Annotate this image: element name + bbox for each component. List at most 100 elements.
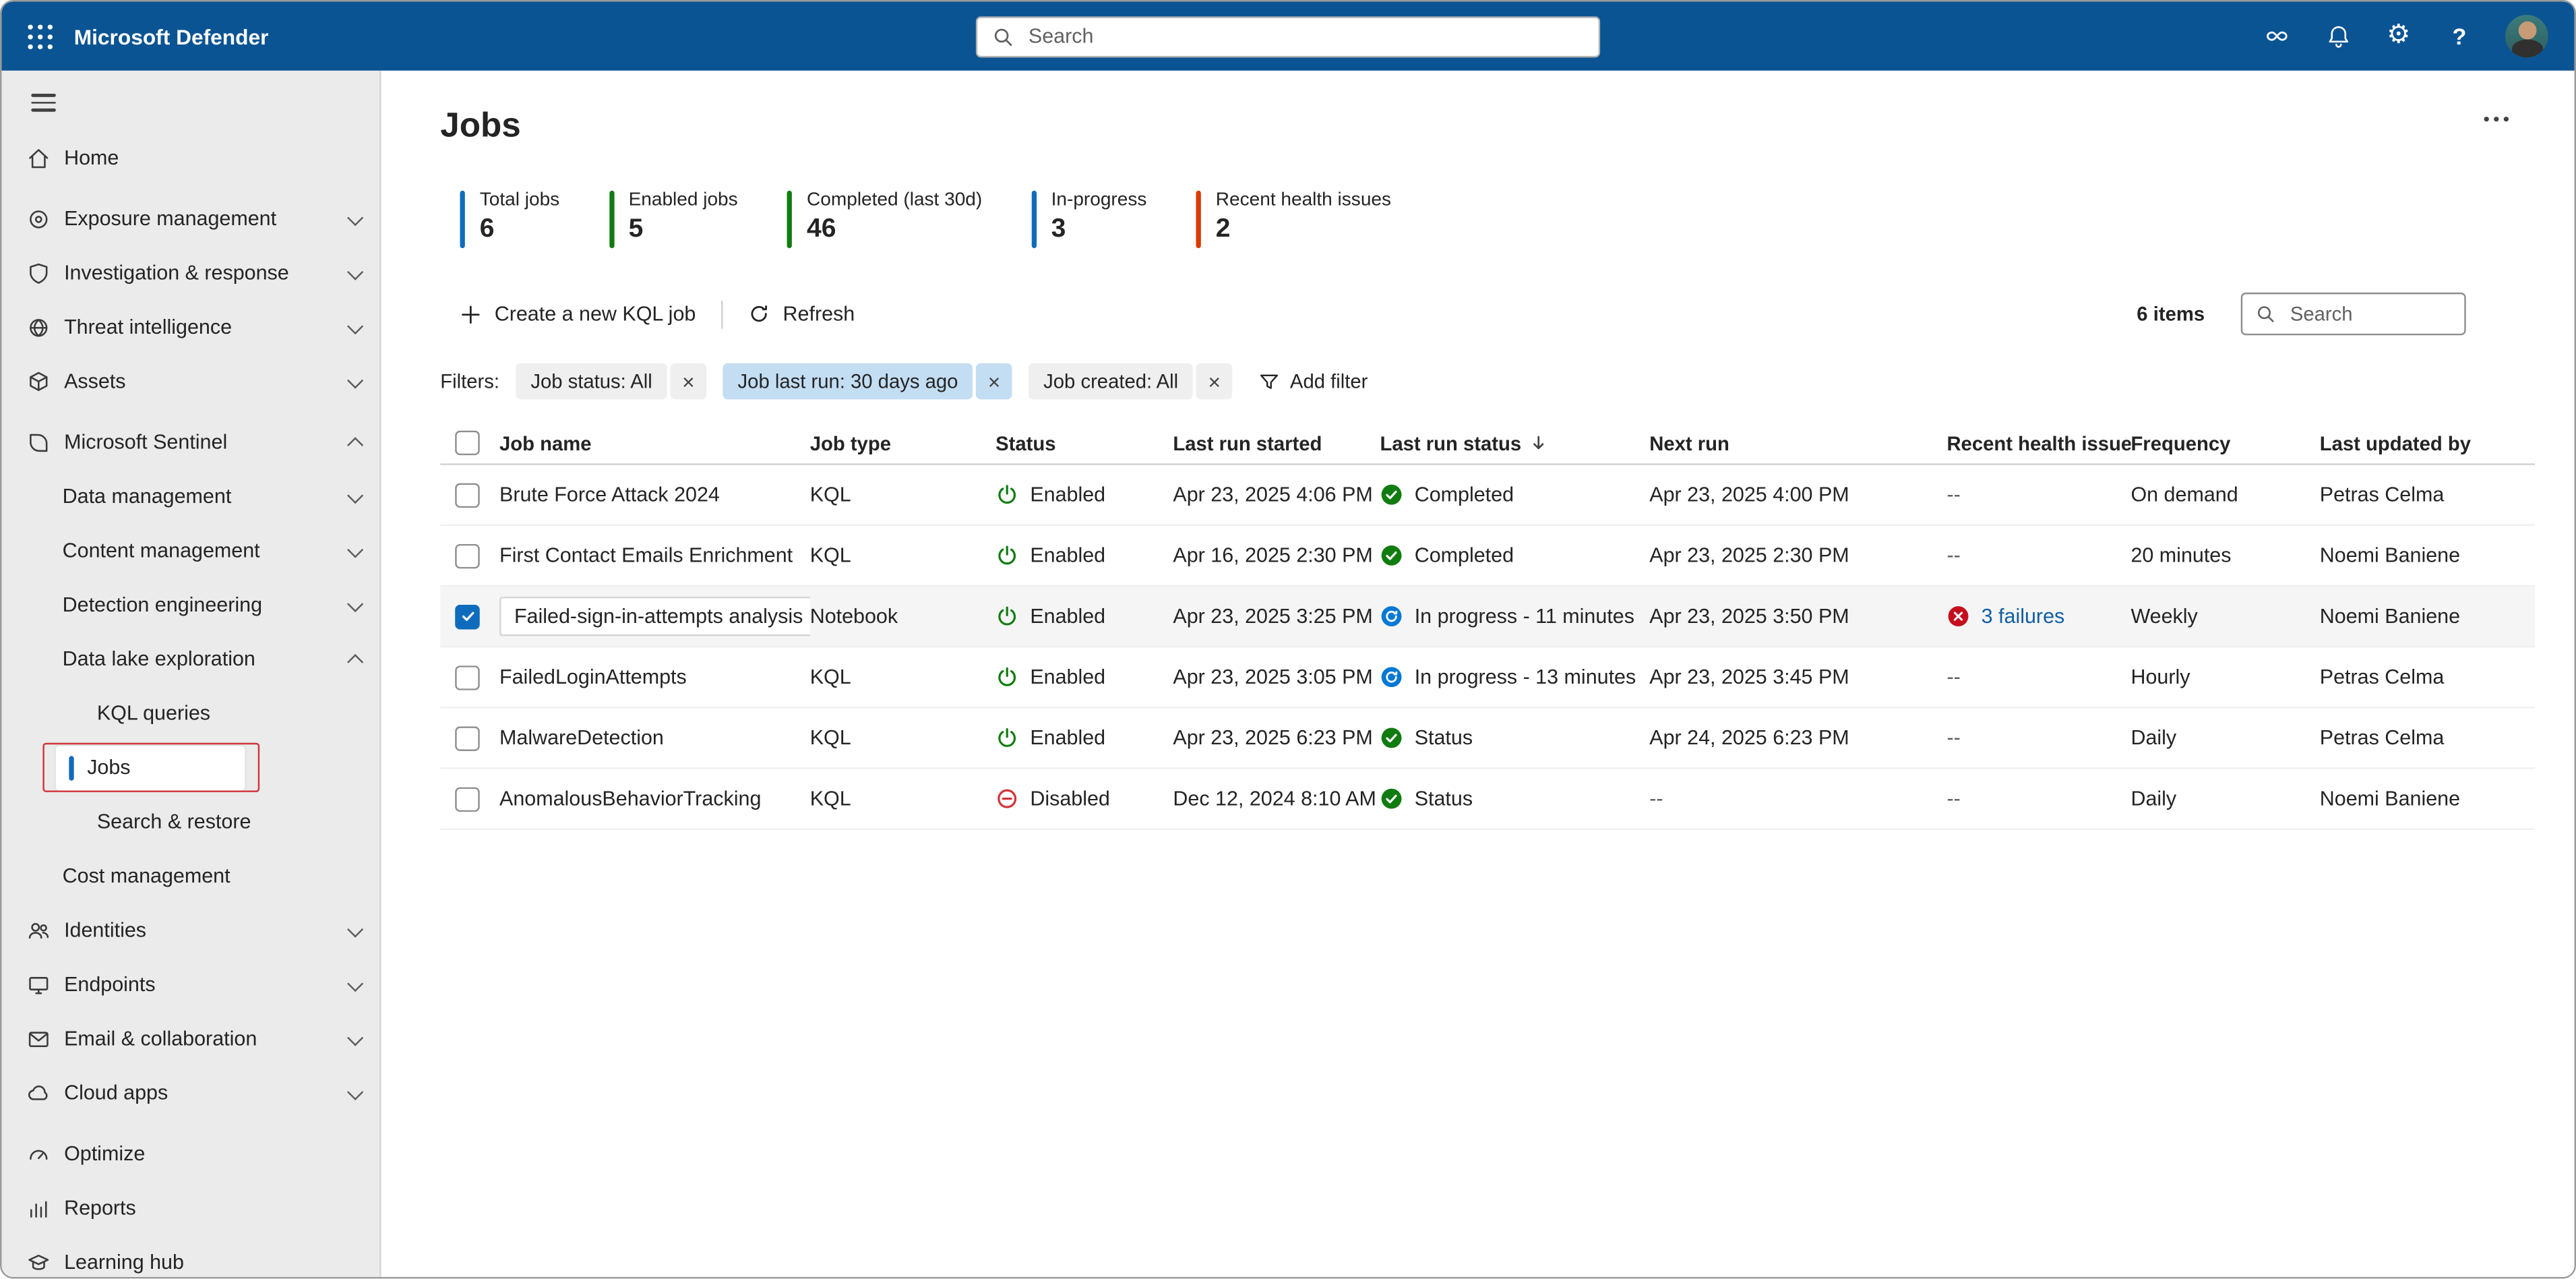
remove-filter-icon[interactable]: × xyxy=(670,363,707,400)
failures-link[interactable]: 3 failures xyxy=(1982,605,2065,628)
row-checkbox-checked[interactable] xyxy=(455,603,480,629)
table-row-selected[interactable]: Failed-sign-in-attempts analysis Noteboo… xyxy=(440,587,2536,648)
col-recent-health-issues[interactable]: Recent health issues xyxy=(1946,432,2130,454)
stat-bar xyxy=(609,190,614,249)
sidebar-item-cost-management[interactable]: Cost management xyxy=(1,850,379,903)
sidebar-item-home[interactable]: Home xyxy=(1,131,379,185)
chevron-down-icon xyxy=(346,263,363,278)
completed-icon xyxy=(1381,545,1402,566)
cell-frequency: 20 minutes xyxy=(2130,543,2232,567)
settings-icon[interactable]: ⚙ xyxy=(2384,22,2414,51)
col-status[interactable]: Status xyxy=(995,432,1173,454)
sidebar-item-endpoints[interactable]: Endpoints xyxy=(1,958,379,1012)
cell-job-type: KQL xyxy=(809,726,851,750)
col-next-run[interactable]: Next run xyxy=(1649,432,1946,454)
refresh-icon xyxy=(750,305,766,322)
stat-label: Enabled jobs xyxy=(628,190,738,210)
copilot-icon[interactable] xyxy=(2262,22,2292,51)
items-count: 6 items xyxy=(2137,302,2205,326)
stat-value: 5 xyxy=(628,215,644,243)
create-kql-job-button[interactable]: Create a new KQL job xyxy=(460,303,696,326)
remove-filter-icon[interactable]: × xyxy=(1196,363,1233,400)
app-launcher-icon[interactable] xyxy=(28,24,53,49)
sidebar-item-threat-intelligence[interactable]: Threat intelligence xyxy=(1,301,379,355)
table-header: Job name Job type Status Last run starte… xyxy=(440,422,2537,465)
cell-job-name: Failed-sign-in-attempts analysis xyxy=(499,596,810,636)
search-icon xyxy=(2257,306,2274,322)
cloud-icon xyxy=(25,1080,51,1106)
chevron-up-icon xyxy=(346,438,363,454)
global-search-box[interactable] xyxy=(975,16,1601,57)
help-icon[interactable]: ? xyxy=(2445,22,2474,51)
refresh-button[interactable]: Refresh xyxy=(747,303,855,326)
sidebar-item-optimize[interactable]: Optimize xyxy=(1,1127,379,1181)
sidebar-item-reports[interactable]: Reports xyxy=(1,1181,379,1235)
disabled-icon xyxy=(998,789,1017,808)
notifications-icon[interactable] xyxy=(2323,22,2353,51)
monitor-icon xyxy=(25,972,51,998)
add-filter-button[interactable]: Add filter xyxy=(1259,369,1368,393)
sidebar-item-kql-queries[interactable]: KQL queries xyxy=(1,686,379,740)
sidebar-item-content-management[interactable]: Content management xyxy=(1,524,379,578)
sidebar-item-label: Threat intelligence xyxy=(64,316,233,339)
row-checkbox[interactable] xyxy=(455,543,480,568)
more-options-button[interactable] xyxy=(2484,117,2509,122)
sidebar-item-search-restore[interactable]: Search & restore xyxy=(1,795,379,849)
row-checkbox[interactable] xyxy=(455,664,480,690)
sidebar-item-label: Assets xyxy=(64,370,126,394)
sidebar-item-detection-engineering[interactable]: Detection engineering xyxy=(1,578,379,632)
sidebar-item-assets[interactable]: Assets xyxy=(1,355,379,409)
table-row[interactable]: MalwareDetection KQL Enabled Apr 23, 202… xyxy=(440,709,2536,769)
sidebar-item-exposure-management[interactable]: Exposure management xyxy=(1,192,379,246)
in-progress-icon xyxy=(1381,606,1402,626)
filter-pill[interactable]: Job created: All xyxy=(1029,363,1194,400)
sidebar-item-label: Search & restore xyxy=(96,810,251,834)
col-job-name[interactable]: Job name xyxy=(499,432,810,454)
filter-pill-job-status: Job status: All × xyxy=(516,363,707,400)
remove-filter-icon[interactable]: × xyxy=(976,363,1012,400)
col-last-run-started[interactable]: Last run started xyxy=(1173,432,1380,454)
col-last-updated-by[interactable]: Last updated by xyxy=(2320,432,2537,454)
select-all-checkbox[interactable] xyxy=(455,430,480,456)
table-row[interactable]: FailedLoginAttempts KQL Enabled Apr 23, … xyxy=(440,647,2536,709)
sidebar-item-data-lake-exploration[interactable]: Data lake exploration xyxy=(1,632,379,686)
table-row[interactable]: Brute Force Attack 2024 KQL Enabled Apr … xyxy=(440,465,2536,526)
table-search-input[interactable] xyxy=(2287,301,2451,328)
table-row[interactable]: First Contact Emails Enrichment KQL Enab… xyxy=(440,526,2536,587)
sidebar-item-identities[interactable]: Identities xyxy=(1,903,379,957)
sidebar-item-microsoft-sentinel[interactable]: Microsoft Sentinel xyxy=(1,415,379,469)
row-checkbox[interactable] xyxy=(455,725,480,750)
completed-icon xyxy=(1381,727,1402,748)
global-search-input[interactable] xyxy=(1025,23,1584,50)
table-row[interactable]: AnomalousBehaviorTracking KQL Disabled D… xyxy=(440,769,2536,830)
filters-row: Filters: Job status: All × Job last run:… xyxy=(440,363,2535,400)
sidebar-item-email-collaboration[interactable]: Email & collaboration xyxy=(1,1012,379,1066)
completed-icon xyxy=(1381,788,1402,809)
cell-last-run-started: Apr 23, 2025 3:05 PM xyxy=(1173,665,1373,689)
col-last-run-status[interactable]: Last run status xyxy=(1380,432,1650,454)
col-frequency[interactable]: Frequency xyxy=(2130,432,2319,454)
row-checkbox[interactable] xyxy=(455,786,480,811)
filter-pill[interactable]: Job status: All xyxy=(516,363,667,400)
sidebar-item-investigation-response[interactable]: Investigation & response xyxy=(1,246,379,300)
sidebar-item-learning-hub[interactable]: Learning hub xyxy=(1,1235,379,1277)
table-search-box[interactable] xyxy=(2240,292,2466,336)
top-bar: Microsoft Defender ⚙ ? xyxy=(1,1,2575,71)
filter-pill-job-last-run: Job last run: 30 days ago × xyxy=(723,363,1012,400)
stat-bar xyxy=(787,190,793,249)
cell-frequency: Weekly xyxy=(2130,605,2198,628)
col-job-type[interactable]: Job type xyxy=(810,432,995,454)
chevron-down-icon xyxy=(346,317,363,333)
sidebar-item-jobs[interactable]: Jobs xyxy=(1,741,379,795)
enabled-icon xyxy=(998,606,1016,626)
sidebar-item-label: Learning hub xyxy=(64,1251,184,1274)
collapse-menu-icon[interactable] xyxy=(31,93,56,112)
avatar[interactable] xyxy=(2505,14,2548,58)
sidebar-item-label: Identities xyxy=(64,919,147,943)
sidebar-item-data-management[interactable]: Data management xyxy=(1,470,379,524)
sidebar-item-cloud-apps[interactable]: Cloud apps xyxy=(1,1066,379,1120)
cell-status: Enabled xyxy=(995,726,1173,750)
filter-pill[interactable]: Job last run: 30 days ago xyxy=(723,363,973,400)
row-checkbox[interactable] xyxy=(455,482,480,507)
cell-frequency: On demand xyxy=(2130,483,2238,506)
